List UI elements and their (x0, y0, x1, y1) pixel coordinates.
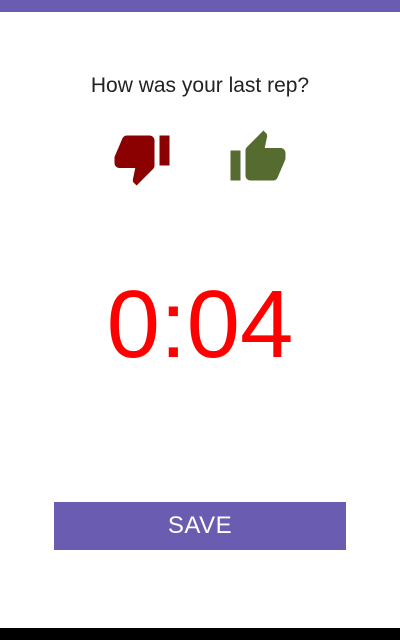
rep-feedback-screen: How was your last rep? 0:04 SAVE (0, 0, 400, 640)
question-label: How was your last rep? (90, 74, 310, 97)
save-button[interactable]: SAVE (54, 502, 346, 550)
thumbs-up-icon (230, 130, 286, 181)
thumbs-down-button[interactable] (112, 128, 172, 188)
rest-timer: 0:04 (106, 271, 294, 378)
status-bar (0, 0, 400, 12)
thumbs-up-button[interactable] (228, 128, 288, 188)
navigation-bar (0, 628, 400, 640)
thumbs-down-icon (114, 135, 170, 186)
